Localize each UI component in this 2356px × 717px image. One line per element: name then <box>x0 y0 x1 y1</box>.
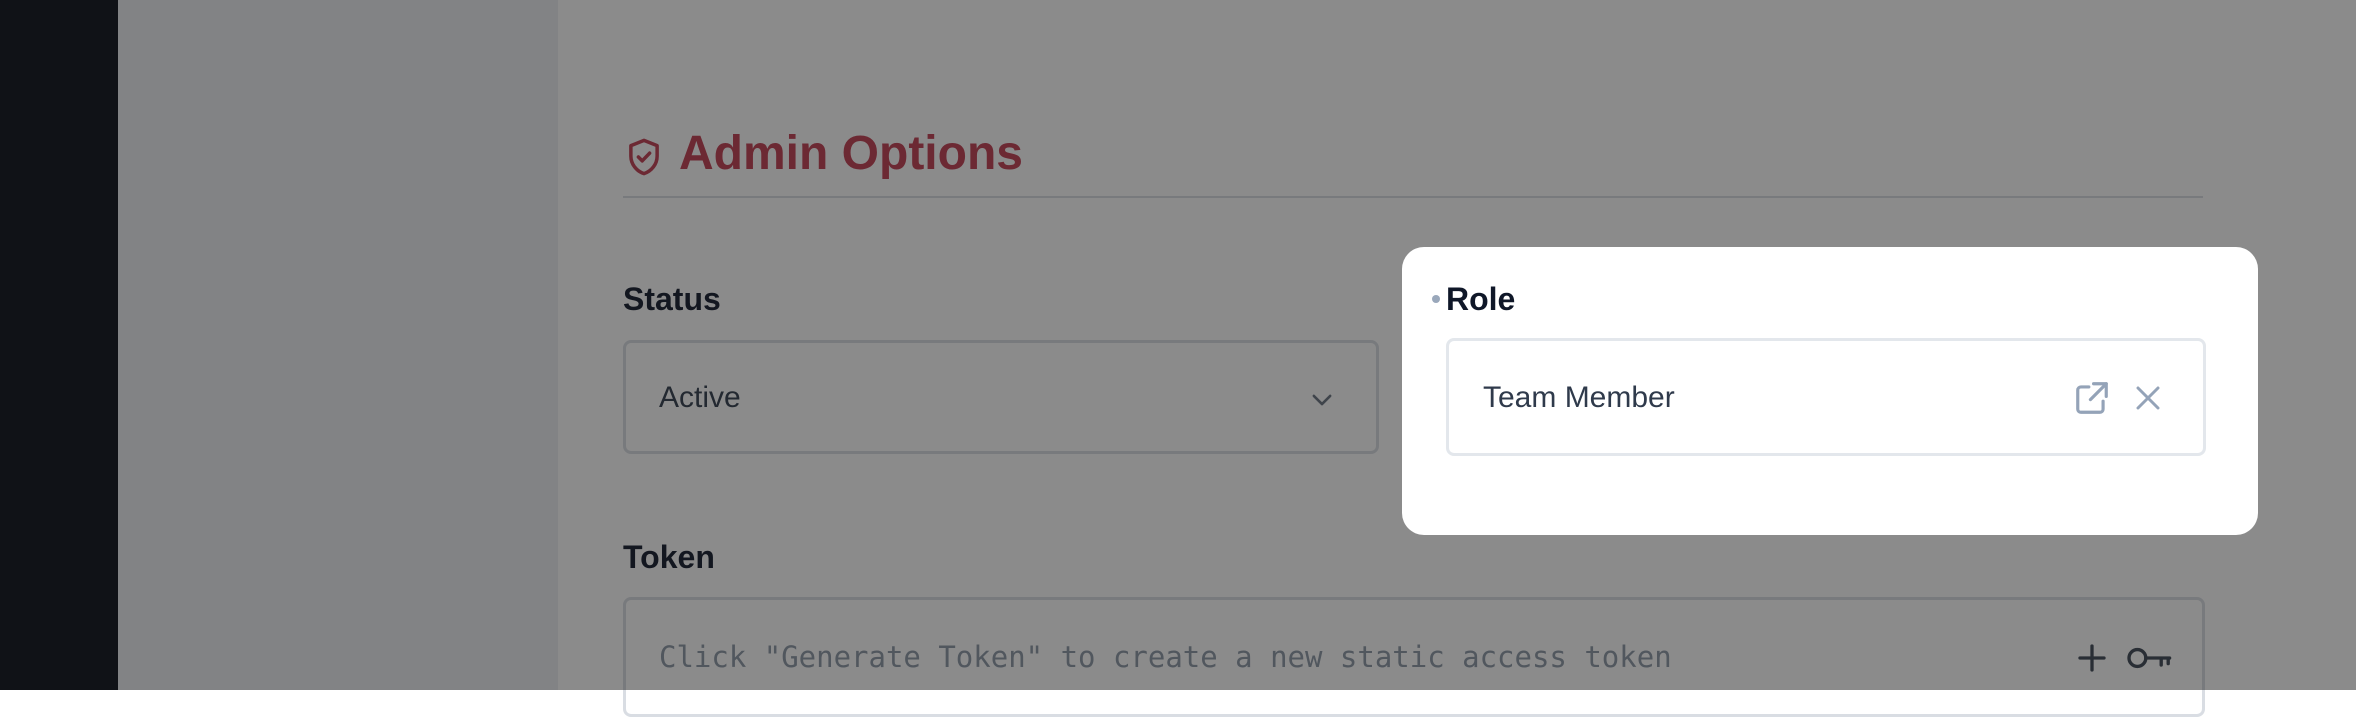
role-label: Role <box>1446 281 1516 317</box>
role-input[interactable]: Team Member <box>1446 338 2206 456</box>
role-value: Team Member <box>1483 381 1675 414</box>
required-indicator <box>1432 295 1440 303</box>
external-link-icon[interactable] <box>2073 379 2111 417</box>
role-popover: Role Team Member <box>1402 247 2258 535</box>
close-icon[interactable] <box>2133 383 2163 413</box>
